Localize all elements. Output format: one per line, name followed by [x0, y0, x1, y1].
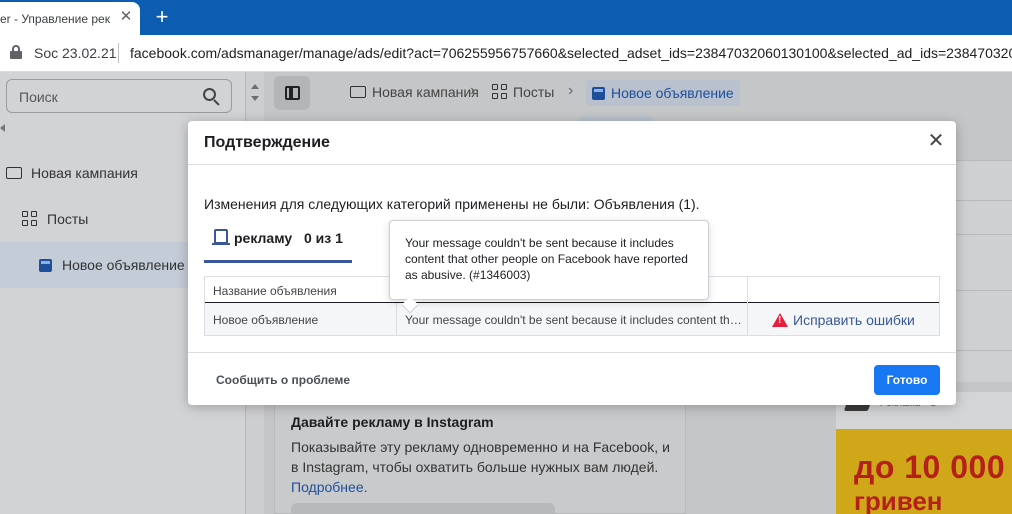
sidebar-toggle-icon: [285, 86, 300, 100]
breadcrumb-ad-label: Новое объявление: [611, 85, 734, 101]
tab-label: рекламу: [234, 230, 293, 246]
table-row: Новое объявление Your message couldn't b…: [205, 303, 939, 335]
column-header-ad-name: Название объявления: [213, 284, 337, 298]
address-bar[interactable]: Soc 23.02.21 facebook.com/adsmanager/man…: [0, 35, 1012, 72]
dialog-header: Подтверждение ✕: [188, 121, 956, 165]
close-icon[interactable]: ✕: [926, 131, 946, 151]
address-separator: [118, 43, 119, 63]
lock-icon[interactable]: [10, 45, 22, 59]
url-text[interactable]: facebook.com/adsmanager/manage/ads/edit?…: [130, 45, 1012, 61]
ad-icon: [39, 258, 52, 272]
column-divider: [396, 303, 397, 335]
breadcrumb-ad[interactable]: Новое объявление: [586, 80, 740, 106]
dialog-footer: Сообщить о проблеме Готово: [188, 352, 956, 405]
instagram-card: Давайте рекламу в Instagram Показывайте …: [274, 402, 686, 514]
sidebar-item-label: Новое объявление: [62, 257, 185, 273]
breadcrumb-separator: ›: [568, 82, 574, 99]
tooltip-text: Your message couldn't be sent because it…: [405, 236, 688, 282]
promo-line-1: до 10 000: [854, 449, 1006, 485]
collapse-arrow-icon[interactable]: [0, 124, 5, 132]
ad-icon: [592, 86, 605, 100]
error-tooltip: Your message couldn't be sent because it…: [389, 220, 709, 314]
panel-toggle-button[interactable]: [274, 76, 310, 110]
folder-icon: [6, 167, 22, 179]
dialog-title: Подтверждение: [204, 134, 330, 151]
instagram-card-text: Показывайте эту рекламу одновременно и н…: [291, 437, 677, 497]
search-placeholder: Поиск: [19, 89, 58, 105]
folder-icon: [350, 86, 366, 98]
sidebar-item-label: Новая кампания: [31, 165, 138, 181]
fix-errors-label: Исправить ошибки: [793, 312, 915, 328]
breadcrumb-separator: ›: [470, 82, 476, 99]
learn-more-link[interactable]: Подробнее.: [291, 479, 368, 495]
column-divider: [747, 277, 748, 335]
done-button[interactable]: Готово: [874, 365, 940, 395]
instagram-card-control[interactable]: [291, 503, 555, 514]
breadcrumb-campaign[interactable]: Новая кампания: [350, 84, 479, 100]
new-tab-button[interactable]: +: [150, 5, 174, 29]
tab-count: 0 из 1: [304, 230, 343, 246]
error-message-cell[interactable]: Your message couldn't be sent because it…: [405, 313, 745, 327]
search-input[interactable]: Поиск: [6, 79, 232, 113]
tab-title: er - Управление рекл: [0, 11, 110, 26]
search-icon[interactable]: [203, 88, 220, 106]
grid-icon: [22, 211, 38, 227]
right-strip: [955, 160, 1012, 382]
instagram-card-body: Показывайте эту рекламу одновременно и н…: [291, 439, 670, 475]
fix-errors-link[interactable]: Исправить ошибки: [772, 310, 915, 330]
grid-icon: [492, 84, 508, 100]
ad-name-cell: Новое объявление: [213, 313, 319, 327]
close-icon[interactable]: ✕: [118, 9, 134, 25]
browser-tab-bar: er - Управление рекл ✕ +: [0, 0, 1012, 35]
laptop-icon: [212, 229, 230, 245]
dialog-message: Изменения для следующих категорий примен…: [204, 196, 700, 212]
browser-tab[interactable]: er - Управление рекл ✕: [0, 2, 140, 35]
promo-line-2: гривен: [854, 486, 943, 514]
breadcrumb-campaign-label: Новая кампания: [372, 84, 479, 100]
arrow-down-icon[interactable]: [251, 96, 259, 101]
arrow-up-icon[interactable]: [251, 84, 259, 89]
breadcrumb-adset[interactable]: Посты: [492, 84, 554, 100]
sidebar-item-label: Посты: [47, 211, 89, 227]
report-problem-link[interactable]: Сообщить о проблеме: [216, 373, 350, 387]
warning-icon: [772, 313, 788, 327]
instagram-card-title: Давайте рекламу в Instagram: [291, 414, 494, 430]
site-name: Soc 23.02.21: [34, 45, 117, 61]
promo-image: до 10 000 гривен: [836, 429, 1012, 514]
breadcrumb: Новая кампания › Посты › Новое объявлени…: [264, 72, 1012, 124]
breadcrumb-adset-label: Посты: [513, 84, 555, 100]
tab-ads[interactable]: рекламу 0 из 1: [204, 225, 352, 263]
